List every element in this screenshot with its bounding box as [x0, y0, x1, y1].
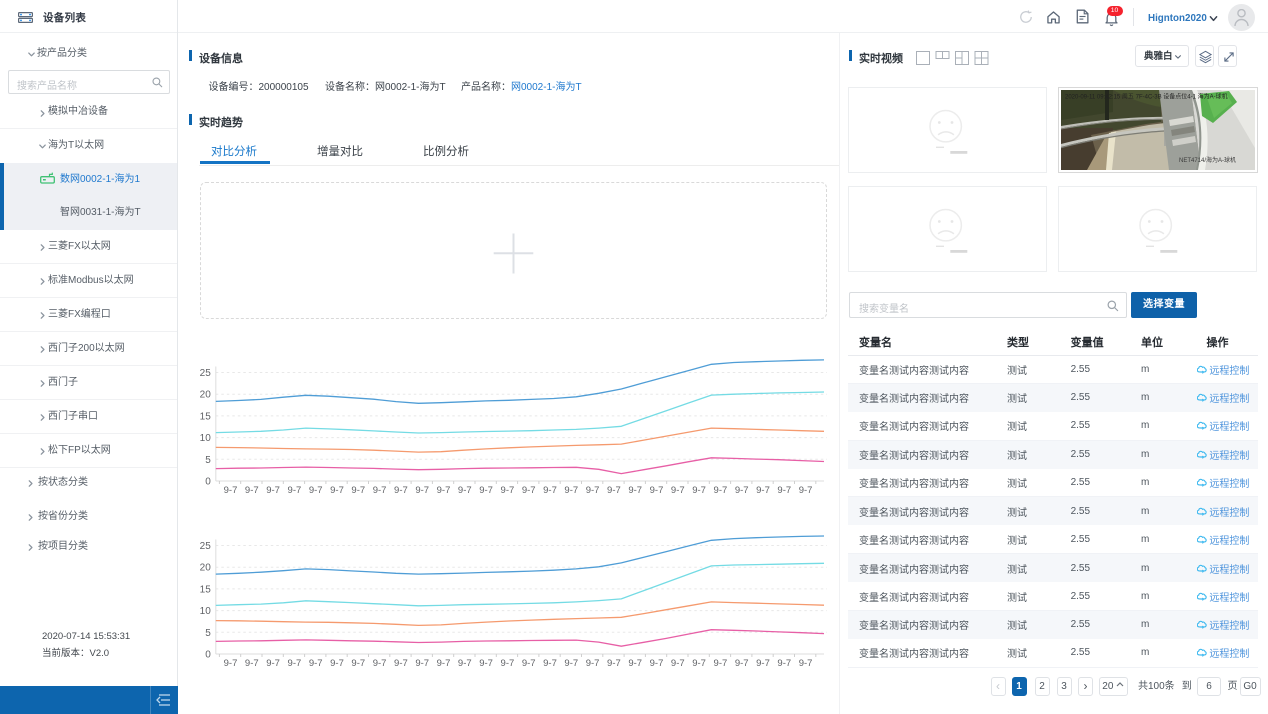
svg-text:9-7: 9-7	[415, 658, 429, 669]
svg-text:9-7: 9-7	[437, 485, 451, 496]
svg-text:9-7: 9-7	[351, 485, 365, 496]
svg-text:9-7: 9-7	[692, 485, 706, 496]
svg-text:9-7: 9-7	[415, 485, 429, 496]
svg-text:5: 5	[205, 628, 211, 639]
svg-text:9-7: 9-7	[458, 485, 472, 496]
svg-text:9-7: 9-7	[309, 485, 323, 496]
svg-text:9-7: 9-7	[607, 658, 621, 669]
svg-text:9-7: 9-7	[586, 485, 600, 496]
svg-text:9-7: 9-7	[224, 485, 238, 496]
svg-text:9-7: 9-7	[479, 658, 493, 669]
svg-text:9-7: 9-7	[607, 485, 621, 496]
svg-text:9-7: 9-7	[714, 485, 728, 496]
svg-text:9-7: 9-7	[245, 658, 259, 669]
svg-text:9-7: 9-7	[288, 658, 302, 669]
svg-text:9-7: 9-7	[288, 485, 302, 496]
svg-text:9-7: 9-7	[501, 658, 515, 669]
svg-text:9-7: 9-7	[799, 485, 813, 496]
svg-text:9-7: 9-7	[735, 485, 749, 496]
svg-text:9-7: 9-7	[373, 485, 387, 496]
svg-text:9-7: 9-7	[564, 485, 578, 496]
svg-text:9-7: 9-7	[479, 485, 493, 496]
svg-text:9-7: 9-7	[501, 485, 515, 496]
svg-text:9-7: 9-7	[777, 485, 791, 496]
svg-text:25: 25	[200, 368, 212, 379]
svg-text:9-7: 9-7	[543, 485, 557, 496]
svg-text:9-7: 9-7	[522, 658, 536, 669]
svg-text:5: 5	[205, 455, 211, 466]
svg-text:9-7: 9-7	[628, 658, 642, 669]
svg-text:9-7: 9-7	[628, 485, 642, 496]
svg-text:9-7: 9-7	[309, 658, 323, 669]
svg-text:9-7: 9-7	[692, 658, 706, 669]
svg-text:9-7: 9-7	[330, 485, 344, 496]
svg-text:20: 20	[200, 563, 212, 574]
svg-text:9-7: 9-7	[799, 658, 813, 669]
svg-text:25: 25	[200, 541, 212, 552]
svg-text:15: 15	[200, 411, 212, 422]
svg-text:9-7: 9-7	[650, 485, 664, 496]
svg-text:9-7: 9-7	[756, 485, 770, 496]
svg-text:9-7: 9-7	[650, 658, 664, 669]
svg-text:9-7: 9-7	[266, 658, 280, 669]
svg-text:15: 15	[200, 584, 212, 595]
svg-text:9-7: 9-7	[245, 485, 259, 496]
svg-text:20: 20	[200, 390, 212, 401]
svg-text:9-7: 9-7	[458, 658, 472, 669]
svg-text:9-7: 9-7	[543, 658, 557, 669]
svg-text:9-7: 9-7	[373, 658, 387, 669]
svg-text:9-7: 9-7	[351, 658, 365, 669]
svg-text:10: 10	[200, 433, 212, 444]
svg-text:NET4714/海为A-球机: NET4714/海为A-球机	[1179, 156, 1236, 164]
svg-text:0: 0	[205, 477, 211, 488]
svg-text:0: 0	[205, 650, 211, 661]
svg-text:10: 10	[200, 606, 212, 617]
svg-text:9-7: 9-7	[671, 485, 685, 496]
svg-text:9-7: 9-7	[777, 658, 791, 669]
svg-text:9-7: 9-7	[394, 485, 408, 496]
svg-text:9-7: 9-7	[394, 658, 408, 669]
svg-text:9-7: 9-7	[522, 485, 536, 496]
svg-text:9-7: 9-7	[224, 658, 238, 669]
svg-text:9-7: 9-7	[330, 658, 344, 669]
svg-text:9-7: 9-7	[437, 658, 451, 669]
svg-text:9-7: 9-7	[756, 658, 770, 669]
svg-text:2020-09-11 09:42:15 周五 7F-4C-3: 2020-09-11 09:42:15 周五 7F-4C-3B 设备点位4-1 …	[1065, 93, 1228, 101]
svg-text:9-7: 9-7	[586, 658, 600, 669]
svg-text:9-7: 9-7	[266, 485, 280, 496]
svg-text:9-7: 9-7	[671, 658, 685, 669]
svg-text:9-7: 9-7	[735, 658, 749, 669]
svg-text:9-7: 9-7	[714, 658, 728, 669]
svg-text:9-7: 9-7	[564, 658, 578, 669]
